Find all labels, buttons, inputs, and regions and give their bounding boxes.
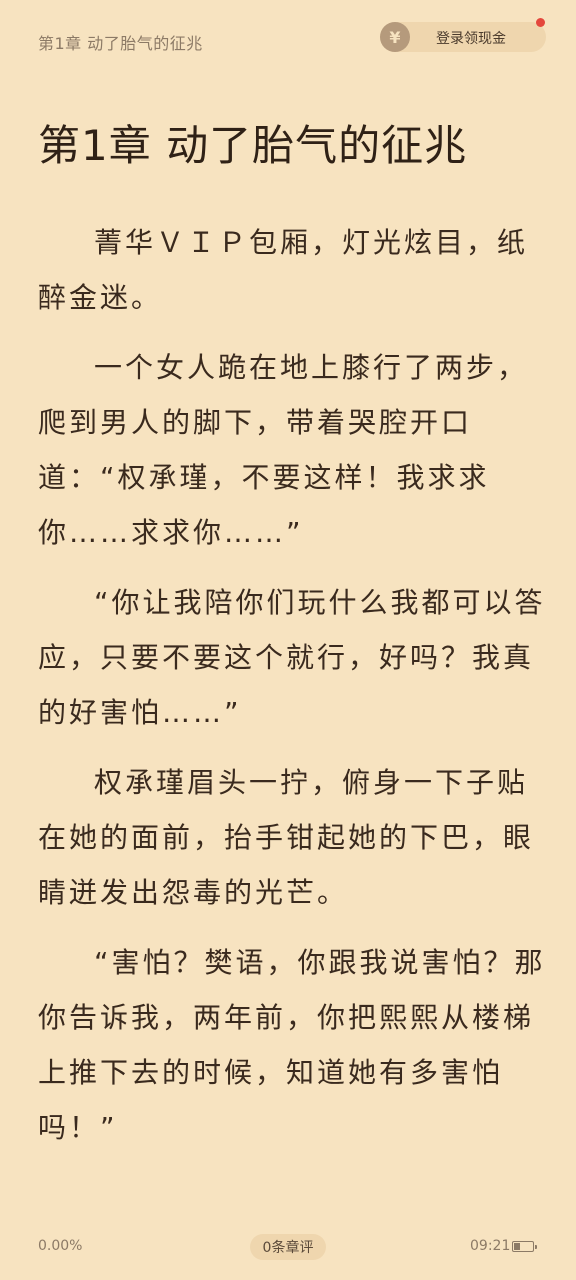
login-cash-label: 登录领现金 — [436, 31, 506, 47]
coin-icon: ¥ — [380, 22, 410, 52]
chapter-content[interactable]: 菁华ＶＩＰ包厢，灯光炫目，纸醉金迷。 一个女人跪在地上膝行了两步，爬到男人的脚下… — [38, 215, 548, 1170]
notification-dot-icon — [536, 18, 545, 27]
chapter-comments-button[interactable]: 0条章评 — [250, 1234, 326, 1260]
battery-level-fill — [514, 1243, 520, 1250]
paragraph: 菁华ＶＩＰ包厢，灯光炫目，纸醉金迷。 — [38, 226, 529, 314]
top-bar: 第1章 动了胎气的征兆 ¥ 登录领现金 — [0, 0, 576, 80]
bottom-bar: 0.00% 0条章评 09:21 — [0, 1228, 576, 1268]
paragraph: “你让我陪你们玩什么我都可以答应，只要不要这个就行，好吗？我真的好害怕……” — [38, 586, 546, 729]
paragraph: 一个女人跪在地上膝行了两步，爬到男人的脚下，带着哭腔开口道：“权承瑾，不要这样！… — [38, 351, 529, 549]
header-chapter-title: 第1章 动了胎气的征兆 — [38, 34, 203, 53]
battery-icon — [512, 1241, 537, 1252]
login-cash-button[interactable]: ¥ 登录领现金 — [380, 22, 546, 52]
paragraph: “害怕？樊语，你跟我说害怕？那你告诉我，两年前，你把熙熙从楼梯上推下去的时候，知… — [38, 946, 546, 1144]
clock-time: 09:21 — [470, 1238, 511, 1254]
reading-progress: 0.00% — [38, 1238, 83, 1254]
paragraph: 权承瑾眉头一拧，俯身一下子贴在她的面前，抬手钳起她的下巴，眼睛迸发出怨毒的光芒。 — [38, 766, 535, 909]
chapter-title: 第1章 动了胎气的征兆 — [38, 121, 468, 170]
